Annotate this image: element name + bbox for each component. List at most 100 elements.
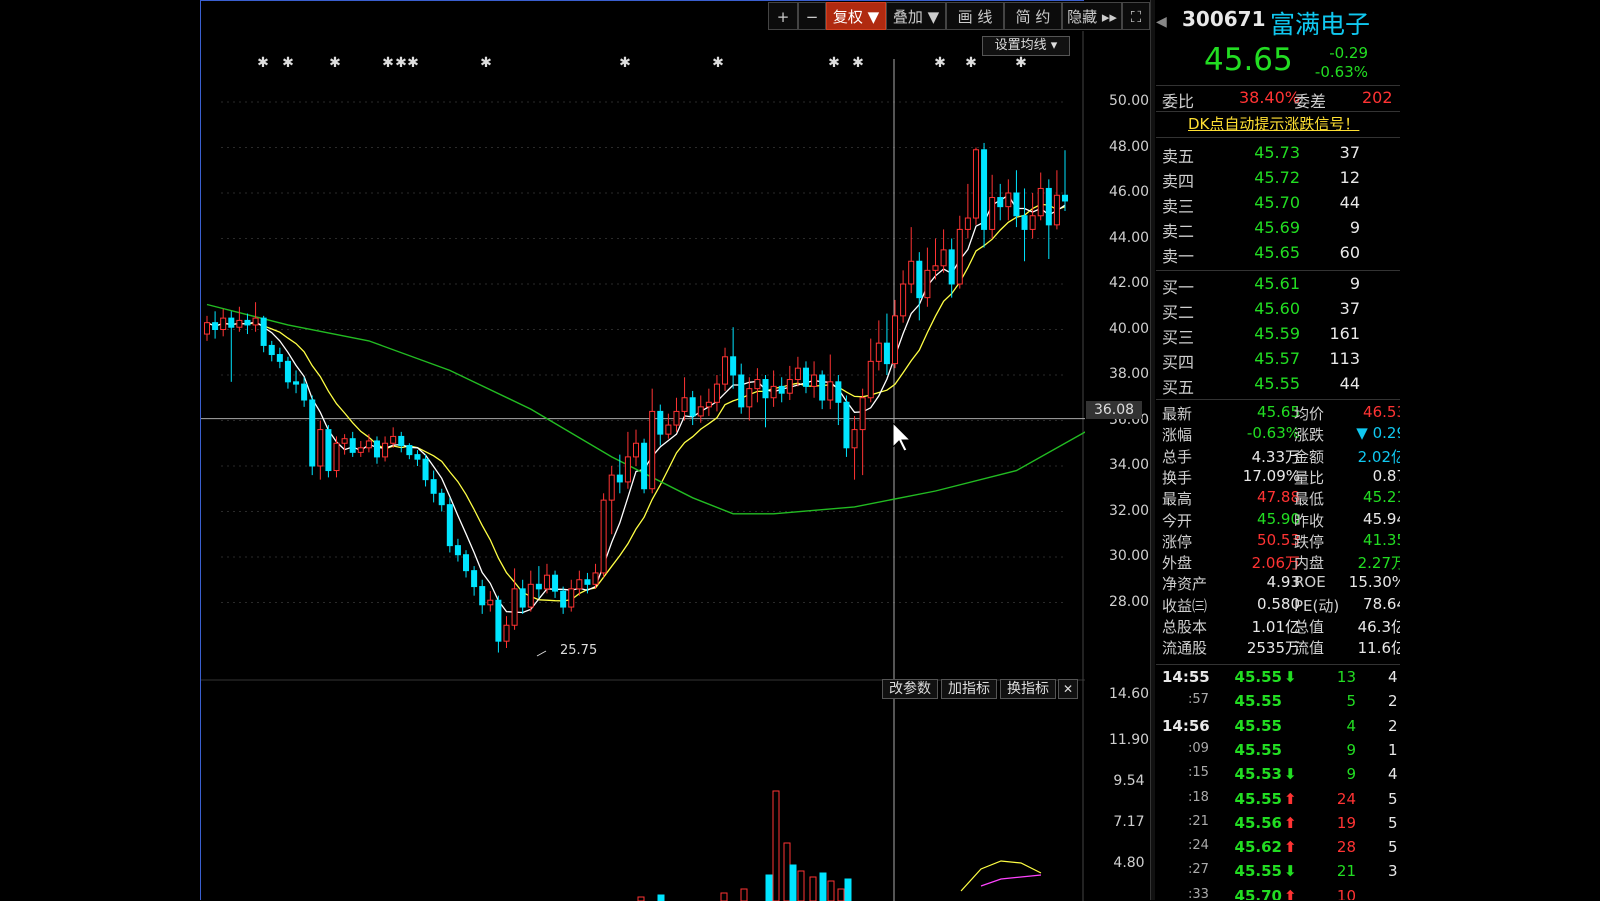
bid-row[interactable]: 买三 45.59 161 bbox=[1156, 324, 1400, 348]
candle-body bbox=[333, 442, 340, 472]
price-change: -0.29 bbox=[1329, 44, 1368, 62]
candle-body bbox=[600, 499, 607, 574]
zoom-in-button[interactable]: + bbox=[768, 2, 798, 30]
candle-body bbox=[681, 397, 688, 412]
candle-body bbox=[827, 381, 834, 401]
candle-body bbox=[1061, 194, 1069, 202]
ask-row[interactable]: 卖一 45.65 60 bbox=[1156, 243, 1400, 267]
candle-body bbox=[357, 447, 364, 453]
candle-body bbox=[414, 454, 421, 460]
stock-name: 富满电子 bbox=[1270, 10, 1371, 39]
candle-body bbox=[778, 385, 785, 394]
fuquan-dropdown[interactable]: 复权 ▼ bbox=[826, 2, 886, 30]
candle-body bbox=[220, 317, 227, 330]
candle-body bbox=[972, 149, 979, 219]
candle-body bbox=[519, 588, 526, 608]
low-marker-arrow bbox=[536, 650, 547, 657]
tick-direction-icon: ⬇ bbox=[1284, 668, 1297, 686]
candle-body bbox=[819, 374, 826, 401]
event-marker-icon: ✱ bbox=[712, 55, 724, 71]
candle-body bbox=[697, 406, 704, 417]
panel-splitter[interactable] bbox=[1150, 0, 1155, 900]
kline-chart-panel[interactable]: ✱ ✱ ✱ ✱ ✱ ✱ ✱ ✱ ✱ ✱ ✱ ✱ ✱ ✱ bbox=[200, 0, 1085, 901]
candle-body bbox=[422, 458, 429, 481]
candle-body bbox=[770, 385, 777, 399]
simple-mode-button[interactable]: 简 约 bbox=[1004, 2, 1062, 30]
last-price: 45.65 bbox=[1204, 42, 1293, 78]
event-marker-icon: ✱ bbox=[329, 55, 341, 71]
candle-body bbox=[989, 197, 996, 230]
set-ma-dropdown[interactable]: 设置均线 ▾ bbox=[982, 36, 1070, 56]
event-marker-icon: ✱ bbox=[282, 55, 294, 71]
candle-body bbox=[948, 249, 955, 285]
candle-body bbox=[527, 583, 534, 608]
ma5-line bbox=[206, 194, 1066, 614]
kline-chart[interactable]: ✱ ✱ ✱ ✱ ✱ ✱ ✱ ✱ ✱ ✱ ✱ ✱ ✱ ✱ bbox=[201, 1, 1085, 901]
candle-body bbox=[293, 381, 300, 385]
bid-row[interactable]: 买一 45.61 9 bbox=[1156, 274, 1400, 298]
candle-body bbox=[543, 574, 550, 590]
event-marker-icon: ✱ bbox=[1015, 55, 1027, 71]
volume-bar bbox=[837, 888, 845, 901]
ask-row[interactable]: 卖二 45.69 9 bbox=[1156, 218, 1400, 242]
event-marker-icon: ✱ bbox=[407, 55, 419, 71]
candle-body bbox=[503, 624, 510, 642]
candle-body bbox=[398, 435, 405, 447]
ask-row[interactable]: 卖三 45.70 44 bbox=[1156, 193, 1400, 217]
volume-bar bbox=[827, 880, 835, 901]
quote-stat-row: 换手17.09%量比0.87 bbox=[1162, 466, 1400, 487]
draw-line-button[interactable]: 画 线 bbox=[946, 2, 1004, 30]
candle-body bbox=[649, 410, 656, 490]
dk-signal-link[interactable]: DK点自动提示涨跌信号！ bbox=[1188, 113, 1359, 134]
change-params-button[interactable]: 改参数 bbox=[882, 679, 938, 699]
quote-stat-row: 涨停50.53跌停41.35 bbox=[1162, 530, 1400, 551]
candle-body bbox=[471, 570, 478, 588]
candle-body bbox=[584, 579, 591, 585]
candle-body bbox=[964, 217, 971, 230]
candle-body bbox=[373, 440, 380, 458]
zoom-out-button[interactable]: − bbox=[798, 2, 826, 30]
hide-button[interactable]: 隐藏 ▸▸ bbox=[1062, 2, 1122, 30]
candle-body bbox=[689, 397, 696, 417]
volume-ma2-line bbox=[980, 874, 1042, 887]
candle-body bbox=[252, 317, 259, 326]
candle-body bbox=[203, 322, 211, 335]
candle-body bbox=[592, 572, 599, 585]
overlay-dropdown[interactable]: 叠加 ▼ bbox=[886, 2, 946, 30]
candle-body bbox=[956, 228, 963, 285]
bid-row[interactable]: 买二 45.60 37 bbox=[1156, 299, 1400, 323]
candle-body bbox=[738, 374, 745, 408]
add-indicator-button[interactable]: 加指标 bbox=[941, 679, 997, 699]
bid-row[interactable]: 买五 45.55 44 bbox=[1156, 374, 1400, 398]
candle-body bbox=[762, 379, 769, 399]
fullscreen-icon[interactable]: ⛶ bbox=[1122, 2, 1150, 30]
volume-bar bbox=[844, 878, 852, 901]
candle-body bbox=[616, 474, 623, 483]
candle-body bbox=[811, 374, 818, 387]
bid-row[interactable]: 买四 45.57 113 bbox=[1156, 349, 1400, 373]
volume-bar bbox=[765, 874, 773, 901]
candle-body bbox=[228, 317, 235, 328]
candle-body bbox=[268, 344, 275, 356]
close-indicator-icon[interactable]: ✕ bbox=[1058, 679, 1078, 699]
candle-body bbox=[535, 583, 542, 590]
swap-indicator-button[interactable]: 换指标 bbox=[1000, 679, 1056, 699]
tick-row: :09 45.55 9 1 bbox=[1188, 740, 1398, 759]
quote-stat-row: 最高47.88最低45.21 bbox=[1162, 488, 1400, 509]
candle-body bbox=[802, 367, 809, 387]
volume-bar bbox=[740, 888, 748, 901]
tick-row: :21 45.56 ⬆ 19 5 bbox=[1188, 813, 1398, 832]
candle-body bbox=[843, 401, 850, 449]
candle-body bbox=[665, 424, 672, 435]
quote-stat-row: 总手 4.33万 金额 2.02亿 bbox=[1162, 447, 1400, 466]
ask-row[interactable]: 卖五 45.73 37 bbox=[1156, 143, 1400, 167]
tick-direction-icon: ⬆ bbox=[1284, 789, 1297, 808]
stock-code: 300671 bbox=[1182, 7, 1266, 31]
candle-body bbox=[859, 397, 866, 431]
ask-row[interactable]: 卖四 45.72 12 bbox=[1156, 168, 1400, 192]
event-marker-icon: ✱ bbox=[965, 55, 977, 71]
candle-body bbox=[284, 360, 291, 383]
candle-body bbox=[900, 283, 907, 317]
price-change-pct: -0.63% bbox=[1314, 63, 1368, 81]
event-marker-icon: ✱ bbox=[257, 55, 269, 71]
